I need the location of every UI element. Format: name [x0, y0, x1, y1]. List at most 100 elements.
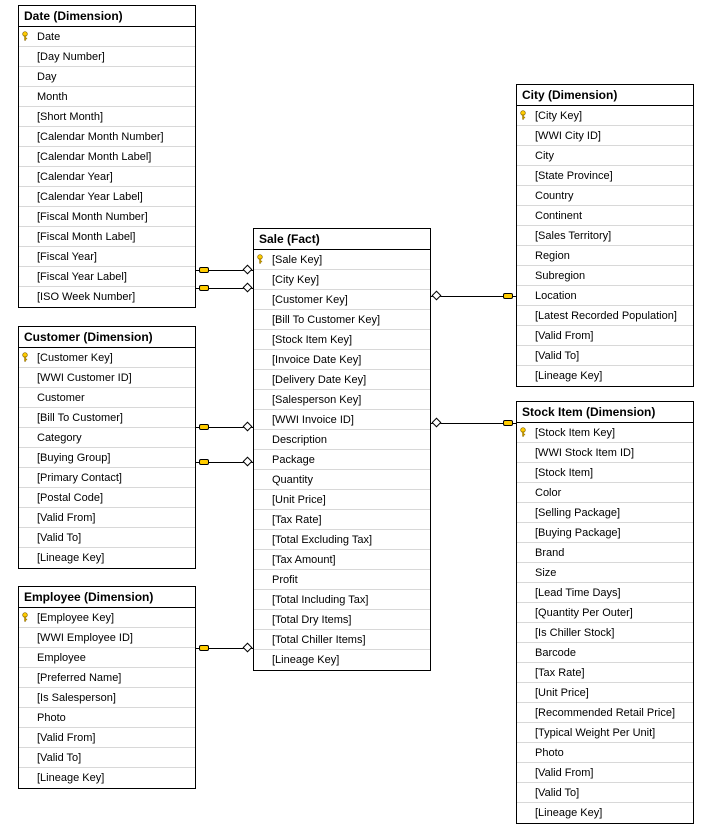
field-label: Barcode: [535, 647, 576, 659]
field-row[interactable]: [Delivery Date Key]: [254, 370, 430, 390]
field-row[interactable]: [Lineage Key]: [517, 803, 693, 823]
field-row[interactable]: [Fiscal Year]: [19, 247, 195, 267]
table-city[interactable]: City (Dimension) [City Key][WWI City ID]…: [516, 84, 694, 387]
field-row[interactable]: [Latest Recorded Population]: [517, 306, 693, 326]
field-row[interactable]: [Primary Contact]: [19, 468, 195, 488]
field-row[interactable]: [Valid From]: [19, 728, 195, 748]
field-row[interactable]: [Total Excluding Tax]: [254, 530, 430, 550]
field-row[interactable]: [Valid From]: [517, 763, 693, 783]
field-row[interactable]: [Valid From]: [19, 508, 195, 528]
field-row[interactable]: Quantity: [254, 470, 430, 490]
table-stockitem[interactable]: Stock Item (Dimension) [Stock Item Key][…: [516, 401, 694, 824]
field-row[interactable]: [Tax Rate]: [517, 663, 693, 683]
field-row[interactable]: Brand: [517, 543, 693, 563]
field-row[interactable]: [Lineage Key]: [254, 650, 430, 670]
table-sale[interactable]: Sale (Fact) [Sale Key][City Key][Custome…: [253, 228, 431, 671]
field-row[interactable]: Region: [517, 246, 693, 266]
field-label: [WWI Invoice ID]: [272, 414, 354, 426]
field-row[interactable]: [Bill To Customer]: [19, 408, 195, 428]
field-row[interactable]: [Valid From]: [517, 326, 693, 346]
field-row[interactable]: [Buying Group]: [19, 448, 195, 468]
field-row[interactable]: [Valid To]: [19, 748, 195, 768]
field-row[interactable]: Employee: [19, 648, 195, 668]
field-row[interactable]: [WWI Stock Item ID]: [517, 443, 693, 463]
field-row[interactable]: Barcode: [517, 643, 693, 663]
field-row[interactable]: [Lineage Key]: [19, 548, 195, 568]
field-row[interactable]: [Total Including Tax]: [254, 590, 430, 610]
field-row[interactable]: [WWI Employee ID]: [19, 628, 195, 648]
field-row[interactable]: [Sales Territory]: [517, 226, 693, 246]
field-row[interactable]: [Salesperson Key]: [254, 390, 430, 410]
field-row[interactable]: [Typical Weight Per Unit]: [517, 723, 693, 743]
field-row[interactable]: [Short Month]: [19, 107, 195, 127]
field-row[interactable]: [Quantity Per Outer]: [517, 603, 693, 623]
field-row[interactable]: [Stock Item Key]: [254, 330, 430, 350]
field-row[interactable]: [Lineage Key]: [517, 366, 693, 386]
field-row[interactable]: [Customer Key]: [19, 348, 195, 368]
field-row[interactable]: City: [517, 146, 693, 166]
field-row[interactable]: [Fiscal Year Label]: [19, 267, 195, 287]
field-row[interactable]: [Tax Rate]: [254, 510, 430, 530]
field-row[interactable]: Category: [19, 428, 195, 448]
field-row[interactable]: Subregion: [517, 266, 693, 286]
field-row[interactable]: [Fiscal Month Label]: [19, 227, 195, 247]
field-row[interactable]: [Employee Key]: [19, 608, 195, 628]
field-row[interactable]: [WWI Customer ID]: [19, 368, 195, 388]
field-row[interactable]: [Total Dry Items]: [254, 610, 430, 630]
table-customer[interactable]: Customer (Dimension) [Customer Key][WWI …: [18, 326, 196, 569]
field-row[interactable]: Photo: [19, 708, 195, 728]
field-row[interactable]: [City Key]: [517, 106, 693, 126]
field-row[interactable]: [Is Chiller Stock]: [517, 623, 693, 643]
field-row[interactable]: [Stock Item]: [517, 463, 693, 483]
field-row[interactable]: [Fiscal Month Number]: [19, 207, 195, 227]
field-row[interactable]: [Unit Price]: [517, 683, 693, 703]
field-row[interactable]: [Buying Package]: [517, 523, 693, 543]
field-row[interactable]: [Calendar Year Label]: [19, 187, 195, 207]
field-row[interactable]: [Day Number]: [19, 47, 195, 67]
table-date[interactable]: Date (Dimension) Date[Day Number]DayMont…: [18, 5, 196, 308]
field-row[interactable]: [Sale Key]: [254, 250, 430, 270]
field-row[interactable]: [ISO Week Number]: [19, 287, 195, 307]
field-row[interactable]: [WWI City ID]: [517, 126, 693, 146]
field-row[interactable]: Day: [19, 67, 195, 87]
table-employee[interactable]: Employee (Dimension) [Employee Key][WWI …: [18, 586, 196, 789]
field-row[interactable]: [WWI Invoice ID]: [254, 410, 430, 430]
field-row[interactable]: Location: [517, 286, 693, 306]
field-row[interactable]: [Tax Amount]: [254, 550, 430, 570]
field-row[interactable]: [Postal Code]: [19, 488, 195, 508]
field-row[interactable]: [Lead Time Days]: [517, 583, 693, 603]
field-row[interactable]: Description: [254, 430, 430, 450]
field-row[interactable]: Continent: [517, 206, 693, 226]
field-row[interactable]: Package: [254, 450, 430, 470]
field-row[interactable]: Month: [19, 87, 195, 107]
field-row[interactable]: [Preferred Name]: [19, 668, 195, 688]
field-row[interactable]: Photo: [517, 743, 693, 763]
field-row[interactable]: [Valid To]: [517, 346, 693, 366]
field-row[interactable]: [Selling Package]: [517, 503, 693, 523]
field-row[interactable]: Country: [517, 186, 693, 206]
field-row[interactable]: [Lineage Key]: [19, 768, 195, 788]
field-row[interactable]: [Valid To]: [19, 528, 195, 548]
field-row[interactable]: [Calendar Month Number]: [19, 127, 195, 147]
field-row[interactable]: Color: [517, 483, 693, 503]
field-row[interactable]: [Invoice Date Key]: [254, 350, 430, 370]
field-row[interactable]: [Valid To]: [517, 783, 693, 803]
field-row[interactable]: Date: [19, 27, 195, 47]
field-row[interactable]: [City Key]: [254, 270, 430, 290]
field-label: [Recommended Retail Price]: [535, 707, 675, 719]
field-label: [Latest Recorded Population]: [535, 310, 677, 322]
field-row[interactable]: [Calendar Month Label]: [19, 147, 195, 167]
field-row[interactable]: [Stock Item Key]: [517, 423, 693, 443]
field-row[interactable]: [Calendar Year]: [19, 167, 195, 187]
field-row[interactable]: Size: [517, 563, 693, 583]
field-label: [Calendar Month Label]: [37, 151, 151, 163]
field-row[interactable]: [Bill To Customer Key]: [254, 310, 430, 330]
field-row[interactable]: [Unit Price]: [254, 490, 430, 510]
field-row[interactable]: [Customer Key]: [254, 290, 430, 310]
field-row[interactable]: [State Province]: [517, 166, 693, 186]
field-row[interactable]: [Total Chiller Items]: [254, 630, 430, 650]
field-row[interactable]: [Is Salesperson]: [19, 688, 195, 708]
field-row[interactable]: Profit: [254, 570, 430, 590]
field-row[interactable]: [Recommended Retail Price]: [517, 703, 693, 723]
field-row[interactable]: Customer: [19, 388, 195, 408]
